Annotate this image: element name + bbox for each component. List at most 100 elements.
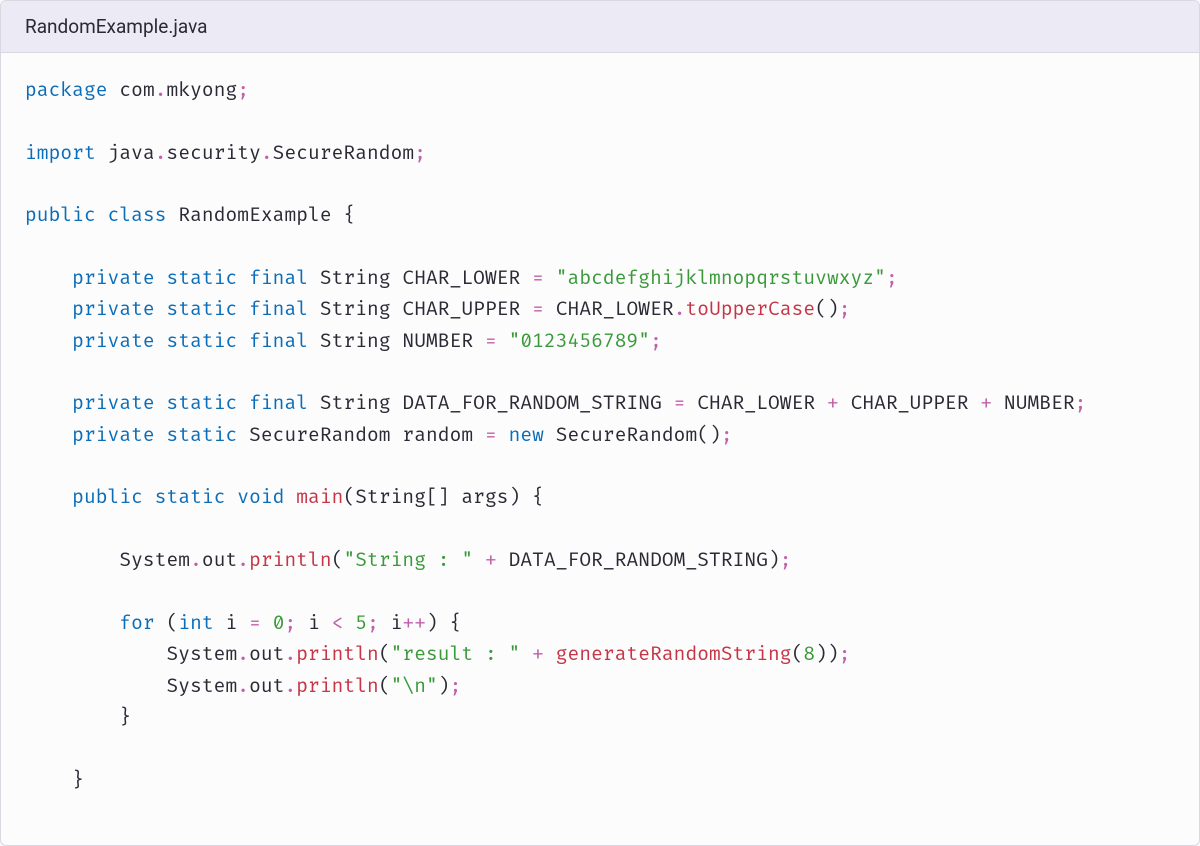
type-securerandom: SecureRandom <box>249 423 391 447</box>
op-semi: ; <box>450 674 462 698</box>
id-data: DATA_FOR_RANDOM_STRING <box>402 391 661 415</box>
id-args: args <box>461 485 508 509</box>
op-eq: = <box>485 329 497 353</box>
code-block: package com.mkyong; import java.security… <box>1 53 1199 818</box>
rparen: ) <box>438 674 450 698</box>
pkg-java: java <box>108 141 155 165</box>
op-dot: . <box>190 548 202 572</box>
str-stringlbl: "String : " <box>343 548 473 572</box>
lbrace: { <box>343 203 355 227</box>
op-semi: ; <box>285 611 297 635</box>
op-semi: ; <box>237 78 249 102</box>
rparen: ) <box>827 297 839 321</box>
m-println: println <box>296 674 379 698</box>
op-dot: . <box>284 642 296 666</box>
id-charlower: CHAR_LOWER <box>556 297 674 321</box>
type-string: String <box>320 297 391 321</box>
kw-for: for <box>119 611 154 635</box>
kw-private: private <box>72 423 155 447</box>
str-lower: "abcdefghijklmnopqrstuvwxyz" <box>556 266 886 290</box>
id-out: out <box>249 642 284 666</box>
op-plus: + <box>485 548 497 572</box>
id-system: System <box>167 674 238 698</box>
kw-private: private <box>72 297 155 321</box>
op-eq: = <box>249 611 261 635</box>
op-dot: . <box>674 297 686 321</box>
op-dot: . <box>261 141 273 165</box>
filename-label: RandomExample.java <box>25 15 208 38</box>
num-8: 8 <box>803 642 815 666</box>
id-out: out <box>202 548 237 572</box>
kw-final: final <box>249 266 308 290</box>
type-string: String <box>355 485 426 509</box>
pkg-mkyong: mkyong <box>167 78 238 102</box>
op-semi: ; <box>1075 391 1087 415</box>
op-lt: < <box>332 611 344 635</box>
kw-static: static <box>167 266 238 290</box>
id-charlower: CHAR_LOWER <box>402 266 520 290</box>
lbrace: { <box>532 485 544 509</box>
kw-new: new <box>509 423 544 447</box>
op-dot: . <box>284 674 296 698</box>
op-dot: . <box>155 78 167 102</box>
id-charlower: CHAR_LOWER <box>697 391 815 415</box>
id-random: random <box>402 423 473 447</box>
id-number: NUMBER <box>1004 391 1075 415</box>
op-dot: . <box>237 674 249 698</box>
lparen: ( <box>792 642 804 666</box>
id-charupper: CHAR_UPPER <box>851 391 969 415</box>
m-println: println <box>249 548 332 572</box>
kw-static: static <box>167 423 238 447</box>
op-eq: = <box>485 423 497 447</box>
rparen: ) <box>509 485 521 509</box>
str-nl: "\n" <box>391 674 438 698</box>
kw-void: void <box>237 485 284 509</box>
rbrace: } <box>72 768 84 792</box>
op-plus: + <box>980 391 992 415</box>
lbrace: { <box>450 611 462 635</box>
lparen: ( <box>379 674 391 698</box>
op-eq: = <box>532 297 544 321</box>
rparen: ) <box>709 423 721 447</box>
lparen: ( <box>343 485 355 509</box>
kw-import: import <box>25 141 96 165</box>
id-system: System <box>167 642 238 666</box>
kw-private: private <box>72 266 155 290</box>
rparen: ) <box>815 642 827 666</box>
id-data: DATA_FOR_RANDOM_STRING <box>509 548 768 572</box>
rbrace: } <box>119 705 131 729</box>
rbracket: ] <box>438 485 450 509</box>
id-system: System <box>119 548 190 572</box>
kw-int: int <box>178 611 213 635</box>
kw-static: static <box>167 297 238 321</box>
rparen: ) <box>426 611 438 635</box>
type-string: String <box>320 391 391 415</box>
code-card: RandomExample.java package com.mkyong; i… <box>0 0 1200 846</box>
op-semi: ; <box>721 423 733 447</box>
m-main: main <box>296 485 343 509</box>
lparen: ( <box>379 642 391 666</box>
kw-final: final <box>249 391 308 415</box>
class-name: RandomExample <box>178 203 331 227</box>
op-dot: . <box>237 548 249 572</box>
kw-package: package <box>25 78 108 102</box>
op-dot: . <box>155 141 167 165</box>
kw-public: public <box>72 485 143 509</box>
op-semi: ; <box>839 642 851 666</box>
kw-public: public <box>25 203 96 227</box>
op-eq: = <box>532 266 544 290</box>
m-generate: generateRandomString <box>556 642 792 666</box>
type-string: String <box>320 266 391 290</box>
rparen: ) <box>827 642 839 666</box>
type-string: String <box>320 329 391 353</box>
kw-static: static <box>155 485 226 509</box>
pkg-security: security <box>167 141 261 165</box>
kw-final: final <box>249 329 308 353</box>
kw-static: static <box>167 391 238 415</box>
op-eq: = <box>674 391 686 415</box>
op-dot: . <box>237 642 249 666</box>
id-i: i <box>308 611 320 635</box>
type-securerandom: SecureRandom <box>556 423 698 447</box>
lparen: ( <box>815 297 827 321</box>
str-result: "result : " <box>391 642 521 666</box>
